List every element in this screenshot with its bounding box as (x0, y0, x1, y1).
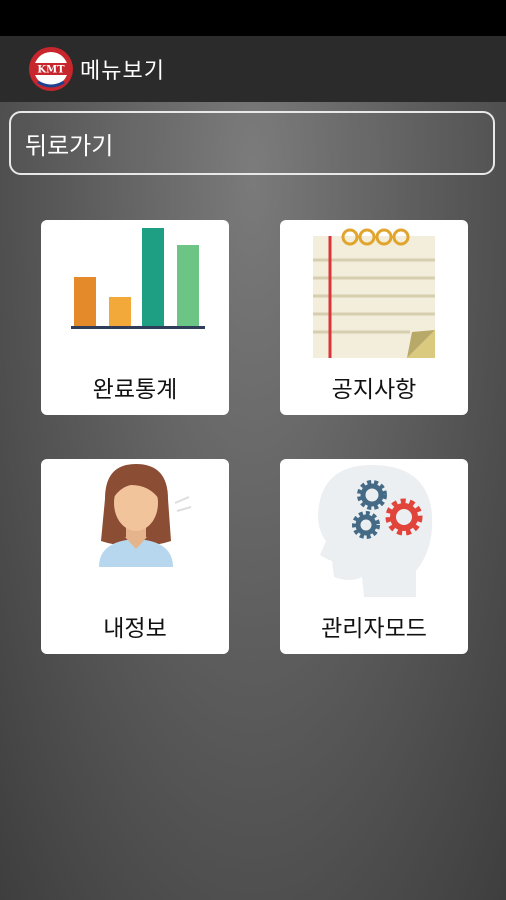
tile-my-info[interactable]: 내정보 (41, 459, 229, 654)
tile-label: 완료통계 (92, 377, 178, 403)
logo-text: KMT (37, 65, 65, 76)
app-title: 메뉴보기 (80, 59, 165, 84)
tile-label: 관리자모드 (321, 616, 427, 642)
back-button-label: 뒤로가기 (25, 131, 114, 160)
tile-completion-stats[interactable]: 완료통계 (41, 220, 229, 415)
back-button[interactable]: 뒤로가기 (9, 111, 495, 175)
status-bar (0, 0, 506, 36)
tile-notice[interactable]: 공지사항 (280, 220, 468, 415)
tile-label: 내정보 (103, 616, 167, 642)
tile-admin-mode[interactable]: 관리자모드 (280, 459, 468, 654)
tile-label: 공지사항 (331, 377, 417, 403)
action-bar: KMT 메뉴보기 (0, 36, 506, 102)
app-logo: KMT (29, 47, 73, 91)
